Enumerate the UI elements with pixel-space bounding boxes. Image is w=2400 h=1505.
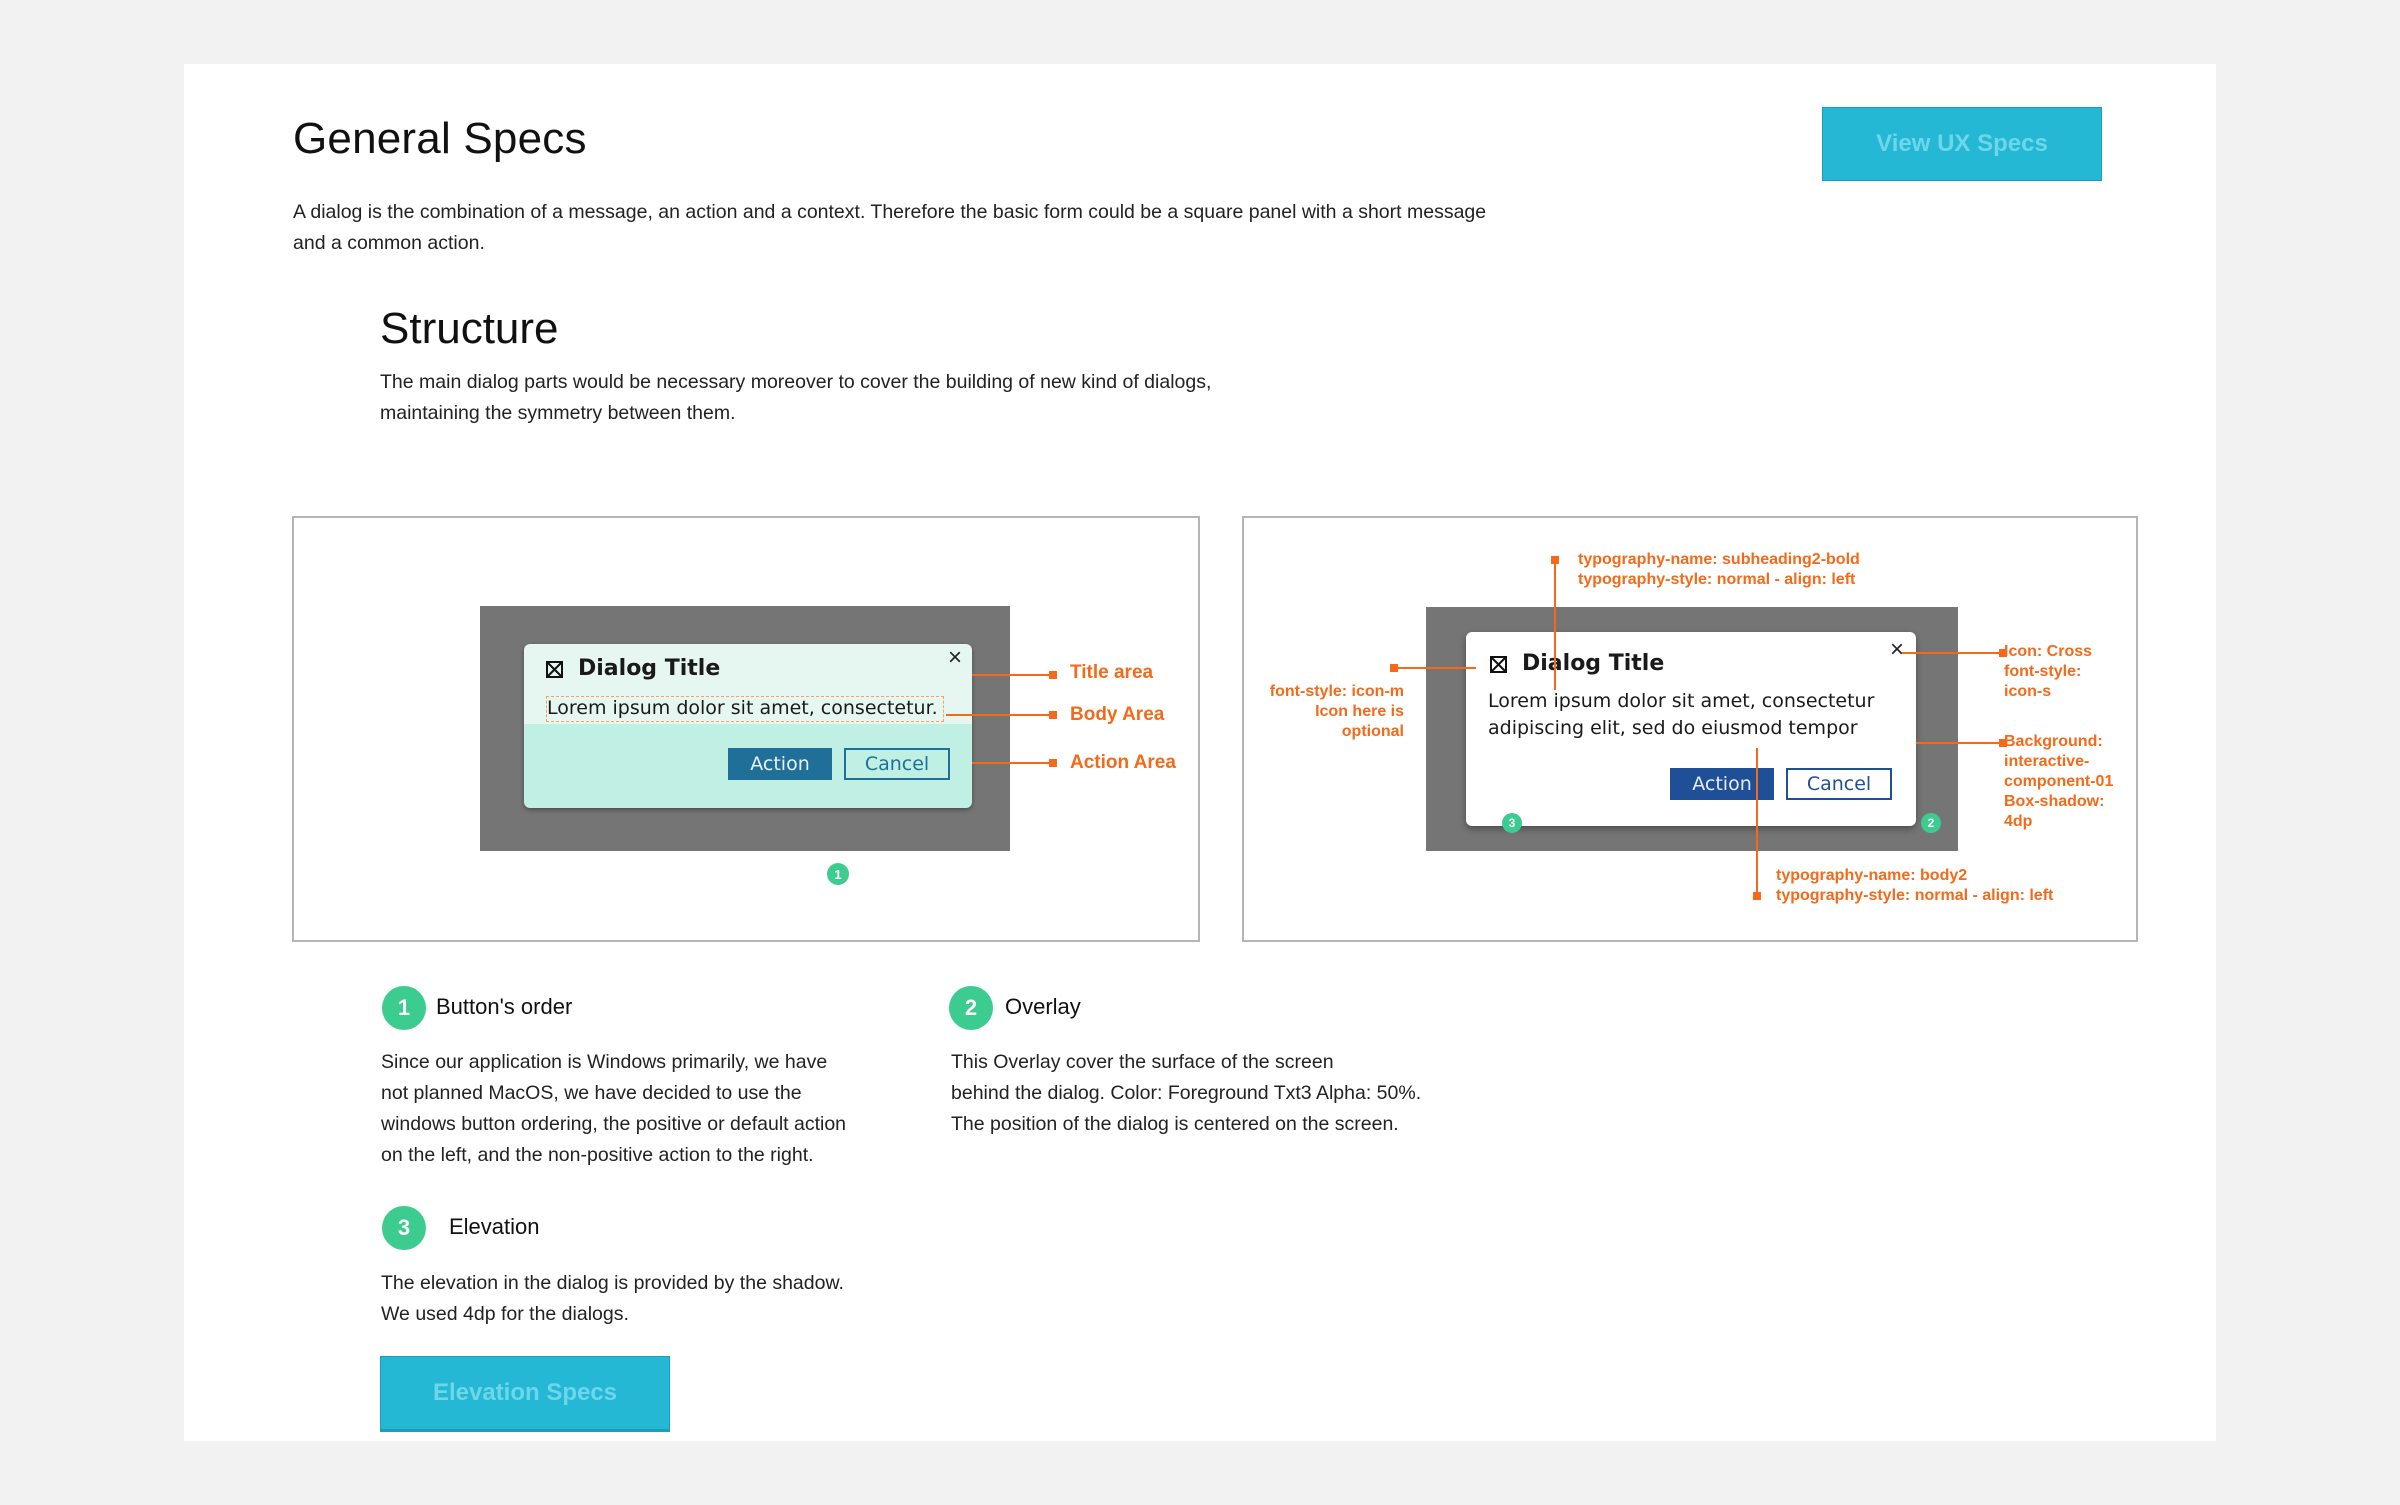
close-icon[interactable]: × — [948, 644, 962, 672]
overlay-line-2: behind the dialog. Color: Foreground Txt… — [951, 1082, 1422, 1104]
page-title: General Specs — [293, 114, 587, 163]
elevation-line-2: We used 4dp for the dialogs. — [381, 1303, 629, 1325]
body-annotation-dot — [1049, 711, 1057, 719]
dialog-title: Dialog Title — [578, 656, 721, 681]
note-badge-1: 1 — [382, 986, 426, 1030]
buttons-order-line-3: windows button ordering, the positive or… — [381, 1113, 847, 1135]
title-typo-label-1: typography-name: subheading2-bold — [1578, 551, 1860, 568]
body-area-label: Body Area — [1070, 704, 1165, 725]
icon-annotation-line — [1394, 667, 1476, 669]
body-typo-line — [1756, 748, 1758, 896]
cross-annotation-label-1: Icon: Cross — [2004, 643, 2093, 660]
overlay-line-3: The position of the dialog is centered o… — [951, 1113, 1399, 1135]
badge-3: 3 — [1502, 813, 1522, 833]
structure-title: Structure — [380, 304, 559, 353]
badge-2: 2 — [1921, 813, 1941, 833]
icon-annotation-label-2: Icon here is — [1315, 703, 1404, 720]
cross-annotation-line — [1902, 652, 2002, 654]
structure-text: The main dialog parts would be necessary… — [380, 371, 1212, 424]
note-badge-2: 2 — [949, 986, 993, 1030]
bg-annotation-line — [1916, 742, 2002, 744]
bg-annotation-label-5: 4dp — [2004, 813, 2033, 830]
title-area-label: Title area — [1070, 662, 1154, 683]
diagram-left-panel: Dialog Title × Lorem ipsum dolor sit ame… — [292, 516, 1200, 942]
action-annotation-dot — [1049, 759, 1057, 767]
view-ux-specs-button[interactable]: View UX Specs — [1822, 107, 2102, 181]
buttons-order-title: Button's order — [436, 994, 573, 1019]
bg-annotation-label-2: interactive- — [2004, 753, 2090, 770]
bg-annotation-label-3: component-01 — [2004, 773, 2114, 790]
title-typo-label-2: typography-style: normal - align: left — [1578, 571, 1856, 588]
action-button[interactable]: Action — [1670, 768, 1774, 800]
overlay-text: This Overlay cover the surface of the sc… — [951, 1047, 1471, 1140]
action-annotation-line — [972, 762, 1052, 764]
icon-annotation-label-1: font-style: icon-m — [1269, 683, 1404, 700]
dialog-sample: Dialog Title × Lorem ipsum dolor sit ame… — [1466, 632, 1916, 826]
note-badge-3: 3 — [382, 1206, 426, 1250]
body-typo-dot — [1753, 892, 1761, 900]
body-area: Lorem ipsum dolor sit amet, consectetur. — [546, 696, 944, 722]
elevation-line-1: The elevation in the dialog is provided … — [381, 1272, 844, 1294]
body-annotation-line — [946, 714, 1052, 716]
dialog-body-line-1: Lorem ipsum dolor sit amet, consectetur — [1488, 690, 1875, 712]
elevation-specs-button[interactable]: Elevation Specs — [380, 1356, 670, 1432]
dialog-icon — [1490, 656, 1507, 673]
intro-text: A dialog is the combination of a message… — [293, 201, 1487, 254]
overlay-line-1: This Overlay cover the surface of the sc… — [951, 1051, 1334, 1073]
bg-annotation-label-4: Box-shadow: — [2004, 793, 2105, 810]
cross-annotation-label-2: font-style: — [2004, 663, 2082, 680]
elevation-text: The elevation in the dialog is provided … — [381, 1268, 901, 1330]
dialog-sample: Dialog Title × Lorem ipsum dolor sit ame… — [524, 644, 972, 808]
diagram-right-panel: Dialog Title × Lorem ipsum dolor sit ame… — [1242, 516, 2138, 942]
buttons-order-text: Since our application is Windows primari… — [381, 1047, 901, 1171]
action-area-label: Action Area — [1070, 752, 1176, 773]
title-annotation-line — [972, 674, 1052, 676]
elevation-title: Elevation — [449, 1214, 540, 1239]
cross-annotation-label-3: icon-s — [2004, 683, 2052, 700]
buttons-order-line-4: on the left, and the non-positive action… — [381, 1144, 814, 1166]
title-typo-line — [1554, 560, 1556, 690]
buttons-order-line-2: not planned MacOS, we have decided to us… — [381, 1082, 802, 1104]
dialog-icon — [546, 661, 563, 678]
bg-annotation-label-1: Background: — [2004, 733, 2103, 750]
action-button[interactable]: Action — [728, 748, 832, 780]
title-annotation-dot — [1049, 671, 1057, 679]
badge-1: 1 — [827, 863, 849, 885]
overlay-title: Overlay — [1005, 994, 1081, 1019]
buttons-order-line-1: Since our application is Windows primari… — [381, 1051, 828, 1073]
dialog-body-line-2: adipiscing elit, sed do eiusmod tempor — [1488, 717, 1858, 739]
spec-page: General Specs A dialog is the combinatio… — [184, 64, 2216, 1441]
close-icon[interactable]: × — [1890, 636, 1904, 664]
icon-annotation-label-3: optional — [1341, 723, 1404, 740]
cancel-button[interactable]: Cancel — [1786, 768, 1892, 800]
cancel-button[interactable]: Cancel — [844, 748, 950, 780]
body-typo-label-1: typography-name: body2 — [1776, 867, 1968, 884]
dialog-title: Dialog Title — [1522, 651, 1665, 676]
body-typo-label-2: typography-style: normal - align: left — [1776, 887, 2054, 904]
